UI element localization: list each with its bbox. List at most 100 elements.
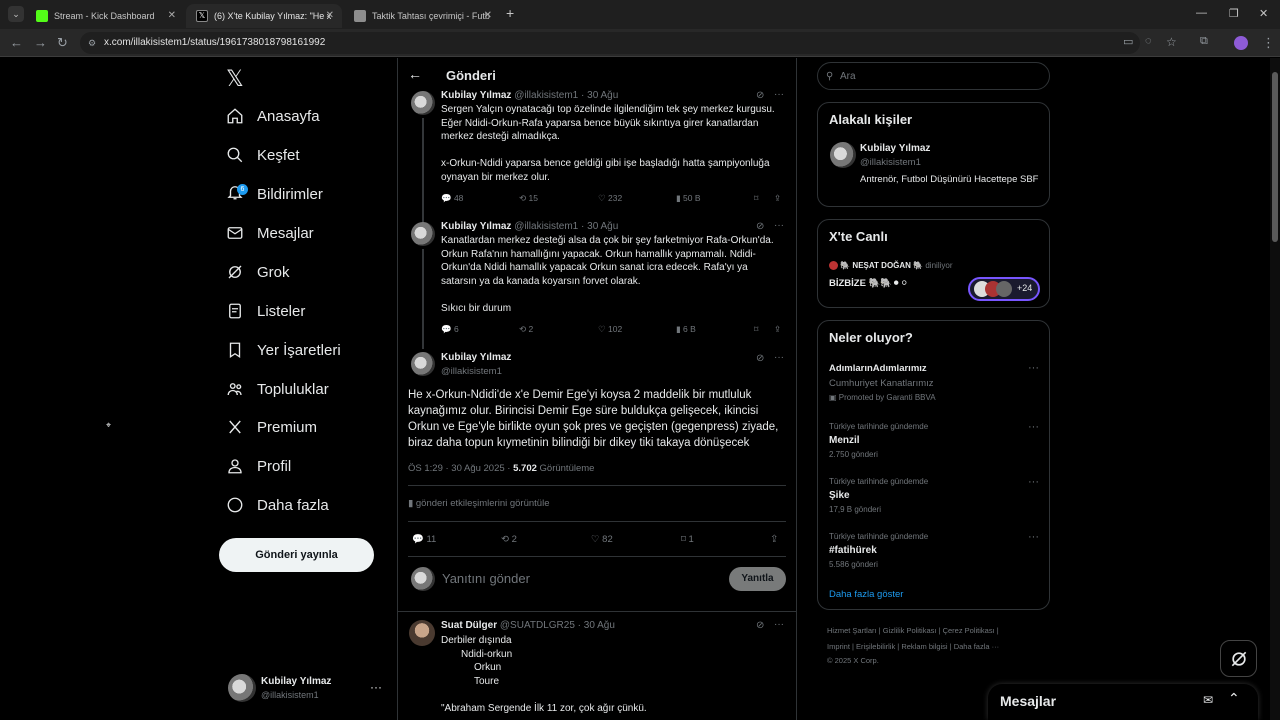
x-logo-icon[interactable]: 𝕏: [226, 66, 244, 92]
repost-button[interactable]: ⟲ 2: [501, 534, 517, 545]
reply-submit-button[interactable]: Yanıtla: [729, 567, 786, 591]
sidebar-item-lists[interactable]: Listeler: [226, 296, 305, 326]
menu-icon[interactable]: ⋮: [1262, 35, 1275, 51]
avatar[interactable]: [411, 222, 435, 246]
reload-icon[interactable]: ↻: [57, 35, 68, 51]
more-icon[interactable]: ···: [774, 352, 784, 363]
reply-button[interactable]: 💬 11: [412, 534, 436, 545]
sidebar-item-profile[interactable]: Profil: [226, 451, 291, 481]
share-button[interactable]: ⇪: [770, 534, 778, 545]
like-button[interactable]: ♡ 232: [598, 193, 622, 204]
more-icon[interactable]: ···: [1028, 531, 1039, 543]
sidebar-item-messages[interactable]: Mesajlar: [226, 218, 314, 248]
reply-input[interactable]: Yanıtını gönder: [442, 571, 530, 586]
live-host[interactable]: 🐘 NEŞAT DOĞAN 🐘 diniliyor: [829, 261, 952, 271]
sidebar-item-explore[interactable]: Keşfet: [226, 140, 300, 170]
footer-links[interactable]: Imprint | Erişilebilirlik | Reklam bilgi…: [827, 642, 999, 651]
eye-off-icon[interactable]: ◌: [1145, 35, 1152, 47]
sidebar-item-grok[interactable]: Grok: [226, 257, 290, 287]
repost-button[interactable]: ⟲ 2: [519, 324, 533, 335]
tab-close-icon[interactable]: ✕: [484, 10, 492, 21]
space-title[interactable]: BİZBİZE 🐘🐘⚫⚪: [829, 278, 908, 289]
reply-button[interactable]: 💬 6: [441, 324, 459, 335]
live-space-button[interactable]: +24: [968, 277, 1040, 301]
page-scrollbar[interactable]: [1270, 58, 1280, 720]
grok-floating-button[interactable]: [1220, 640, 1257, 677]
profile-avatar[interactable]: [1234, 36, 1248, 50]
more-icon[interactable]: ···: [1028, 476, 1039, 488]
avatar[interactable]: [411, 91, 435, 115]
restore-icon[interactable]: ❐: [1229, 7, 1239, 20]
share-button[interactable]: ⇪: [774, 193, 781, 204]
forward-icon[interactable]: →: [34, 35, 47, 50]
home-icon: [227, 108, 243, 124]
related-name[interactable]: Kubilay Yılmaz: [860, 143, 930, 154]
thread-tweet[interactable]: Kubilay Yılmaz @illakisistem1 · 30 Ağu ⊘…: [398, 89, 796, 236]
more-icon[interactable]: ···: [774, 89, 784, 100]
bookmark-star-icon[interactable]: ☆: [1166, 35, 1177, 49]
grok-icon[interactable]: ⊘: [756, 353, 764, 364]
tab-search-icon[interactable]: ⌄: [8, 6, 24, 22]
back-arrow-icon[interactable]: ←: [408, 66, 422, 82]
bookmark-button[interactable]: ⌑: [754, 324, 758, 335]
reply-tweet[interactable]: Suat Dülger @SUATDLGR25 · 30 Ağu ⊘ ··· D…: [398, 619, 796, 720]
sidebar-item-home[interactable]: Anasayfa: [226, 101, 320, 131]
more-icon[interactable]: ···: [370, 680, 382, 694]
tab-kick[interactable]: Stream - Kick Dashboard ✕: [26, 4, 184, 28]
tweet-author[interactable]: Suat Dülger @SUATDLGR25 · 30 Ağu: [441, 620, 615, 631]
more-icon[interactable]: ···: [1028, 362, 1039, 374]
sidebar-item-communities[interactable]: Topluluklar: [226, 374, 329, 404]
new-tab-button[interactable]: +: [506, 5, 514, 21]
post-button[interactable]: Gönderi yayınla: [219, 538, 374, 572]
tab-close-icon[interactable]: ✕: [326, 10, 334, 21]
more-icon[interactable]: ···: [774, 619, 784, 630]
views-button[interactable]: ▮ 50 B: [676, 193, 701, 204]
bookmark-button[interactable]: ⌑: [754, 193, 758, 204]
like-button[interactable]: ♡ 82: [591, 534, 613, 545]
more-icon[interactable]: ···: [774, 220, 784, 231]
back-icon[interactable]: ←: [10, 35, 23, 50]
divider: [408, 485, 786, 486]
new-message-icon[interactable]: ✉: [1203, 693, 1213, 707]
avatar[interactable]: [409, 620, 435, 646]
grok-icon[interactable]: ⊘: [756, 90, 764, 101]
cast-icon[interactable]: ▭: [1123, 35, 1133, 48]
grok-icon[interactable]: ⊘: [756, 620, 764, 631]
tweet-author[interactable]: Kubilay Yılmaz @illakisistem1 · 30 Ağu: [441, 90, 618, 101]
tab-tactics-board[interactable]: Taktik Tahtası çevrimiçi - Futbol ✕: [344, 4, 500, 28]
account-switcher[interactable]: Kubilay Yılmaz @illakisistem1 ···: [228, 672, 388, 706]
tab-close-icon[interactable]: ✕: [168, 10, 176, 21]
avatar[interactable]: [830, 142, 856, 168]
footer-links[interactable]: Hizmet Şartları | Gizlilik Politikası | …: [827, 626, 999, 635]
sidebar-item-premium[interactable]: Premium: [226, 412, 317, 442]
share-button[interactable]: ⇪: [774, 324, 781, 335]
address-bar[interactable]: ⚙ x.com/illakisistem1/status/19617380187…: [80, 32, 1140, 54]
more-icon[interactable]: ···: [1028, 421, 1039, 433]
search-input[interactable]: ⚲ Ara: [817, 62, 1050, 90]
minimize-icon[interactable]: —: [1196, 7, 1207, 19]
thread-tweet[interactable]: Kubilay Yılmaz @illakisistem1 · 30 Ağu ⊘…: [398, 220, 796, 349]
site-info-icon[interactable]: ⚙: [88, 32, 96, 54]
tab-x-post[interactable]: 𝕏 (6) X'te Kubilay Yılmaz: "He x-O ✕: [186, 4, 342, 28]
tweet-author[interactable]: Kubilay Yılmaz @illakisistem1 · 30 Ağu: [441, 221, 618, 232]
sidebar-item-more[interactable]: Daha fazla: [226, 490, 329, 520]
sidebar-item-bookmarks[interactable]: Yer İşaretleri: [226, 335, 341, 365]
view-engagements-link[interactable]: ▮ gönderi etkileşimlerini görüntüle: [408, 498, 549, 509]
avatar[interactable]: [411, 352, 435, 376]
tweet-author-name[interactable]: Kubilay Yılmaz: [441, 352, 511, 363]
repost-button[interactable]: ⟲ 15: [519, 193, 538, 204]
grok-icon[interactable]: ⊘: [756, 221, 764, 232]
messages-drawer[interactable]: Mesajlar ✉ ⌃: [988, 684, 1258, 720]
reply-button[interactable]: 💬 48: [441, 193, 463, 204]
sidebar-item-notifications[interactable]: 6 Bildirimler: [226, 179, 323, 209]
like-button[interactable]: ♡ 102: [598, 324, 622, 335]
scrollbar-thumb[interactable]: [1272, 72, 1278, 242]
show-more-link[interactable]: Daha fazla göster: [829, 589, 903, 600]
views-button[interactable]: ▮ 6 B: [676, 324, 696, 335]
tweet-author-handle[interactable]: @illakisistem1: [441, 366, 502, 377]
related-handle[interactable]: @illakisistem1: [860, 157, 921, 168]
window-close-icon[interactable]: ✕: [1259, 7, 1268, 20]
extensions-icon[interactable]: ⧉: [1200, 35, 1208, 48]
bookmark-button[interactable]: ⌑ 1: [681, 534, 694, 545]
expand-icon[interactable]: ⌃: [1228, 690, 1240, 707]
